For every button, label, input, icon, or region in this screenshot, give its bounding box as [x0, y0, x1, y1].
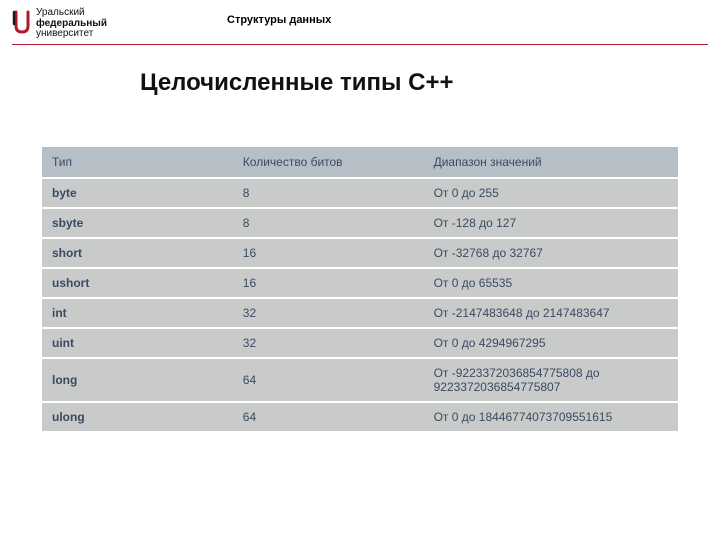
cell-bits: 64 [233, 403, 424, 431]
cell-range: От -9223372036854775808 до 9223372036854… [424, 359, 678, 401]
cell-bits: 32 [233, 299, 424, 327]
cell-bits: 16 [233, 269, 424, 297]
table-row: ulong64От 0 до 18446774073709551615 [42, 403, 678, 431]
logo-text: Уральский федеральный университет [36, 8, 107, 40]
table-row: short16От -32768 до 32767 [42, 239, 678, 267]
cell-range: От -128 до 127 [424, 209, 678, 237]
cell-range: От 0 до 18446774073709551615 [424, 403, 678, 431]
table-row: ushort16От 0 до 65535 [42, 269, 678, 297]
cell-range: От -32768 до 32767 [424, 239, 678, 267]
cell-range: От -2147483648 до 2147483647 [424, 299, 678, 327]
col-header-type: Тип [42, 147, 233, 177]
cell-type: byte [42, 179, 233, 207]
types-table-container: Тип Количество битов Диапазон значений b… [42, 145, 678, 433]
table-row: int32От -2147483648 до 2147483647 [42, 299, 678, 327]
cell-type: sbyte [42, 209, 233, 237]
table-row: long64От -9223372036854775808 до 9223372… [42, 359, 678, 401]
cell-type: ulong [42, 403, 233, 431]
col-header-range: Диапазон значений [424, 147, 678, 177]
logo-line1: Уральский [36, 8, 107, 19]
slide-header: Уральский федеральный университет Структ… [0, 0, 720, 40]
university-logo: Уральский федеральный университет [12, 8, 107, 40]
cell-bits: 32 [233, 329, 424, 357]
cell-type: int [42, 299, 233, 327]
table-row: uint32От 0 до 4294967295 [42, 329, 678, 357]
cell-bits: 16 [233, 239, 424, 267]
logo-mark-icon [12, 10, 32, 38]
cell-range: От 0 до 4294967295 [424, 329, 678, 357]
cell-type: short [42, 239, 233, 267]
logo-line3: университет [36, 29, 107, 40]
cell-type: uint [42, 329, 233, 357]
page-title: Целочисленные типы С++ [140, 69, 720, 97]
integer-types-table: Тип Количество битов Диапазон значений b… [42, 145, 678, 433]
header-divider [12, 44, 708, 46]
col-header-bits: Количество битов [233, 147, 424, 177]
cell-type: ushort [42, 269, 233, 297]
table-header-row: Тип Количество битов Диапазон значений [42, 147, 678, 177]
cell-range: От 0 до 255 [424, 179, 678, 207]
course-label: Структуры данных [227, 14, 331, 26]
cell-bits: 64 [233, 359, 424, 401]
cell-bits: 8 [233, 179, 424, 207]
cell-range: От 0 до 65535 [424, 269, 678, 297]
cell-type: long [42, 359, 233, 401]
table-row: sbyte8От -128 до 127 [42, 209, 678, 237]
table-row: byte8От 0 до 255 [42, 179, 678, 207]
cell-bits: 8 [233, 209, 424, 237]
